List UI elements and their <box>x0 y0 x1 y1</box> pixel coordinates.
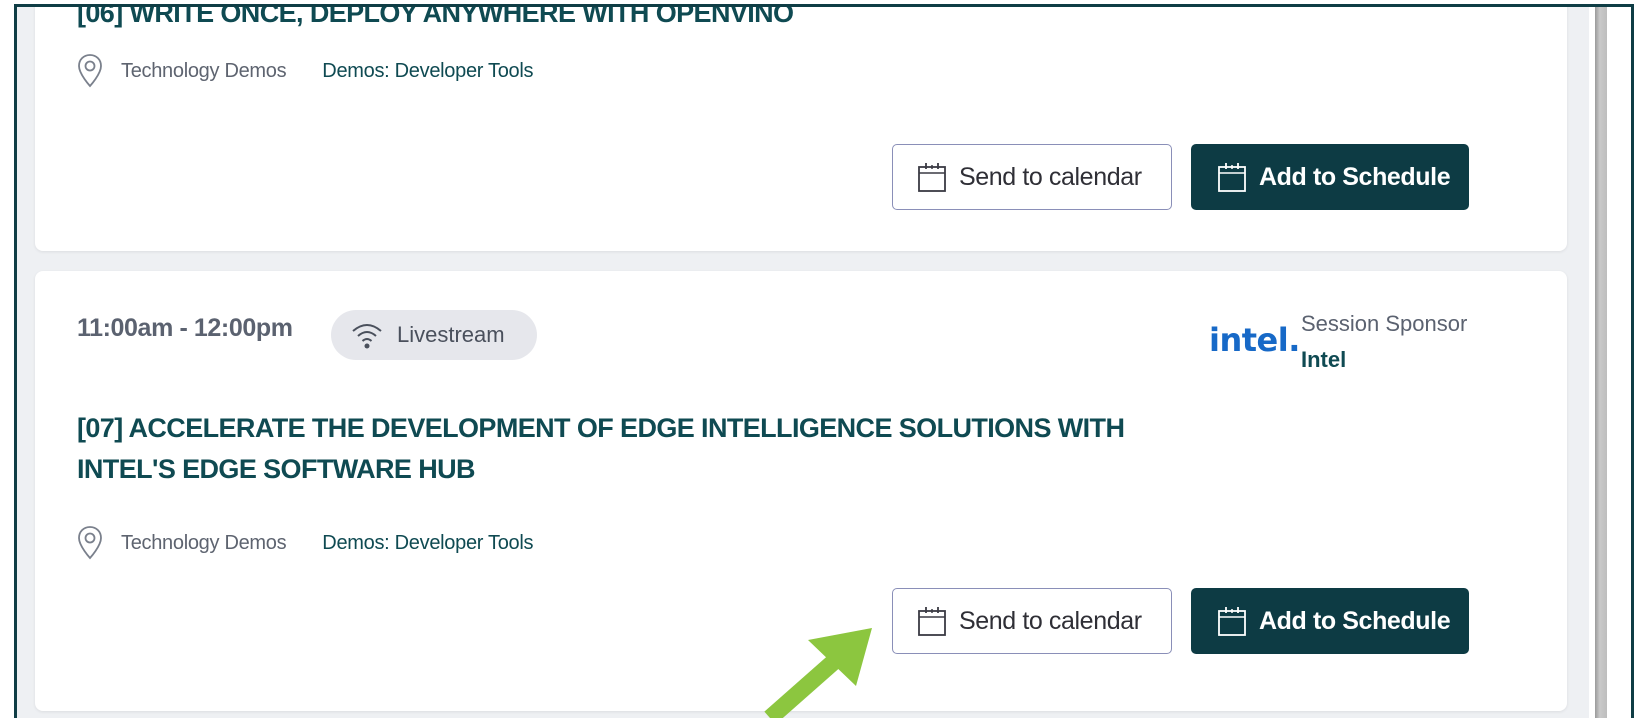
session-location: Technology Demos Demos: Developer Tools <box>77 525 534 561</box>
room-label: Technology Demos <box>121 59 287 82</box>
calendar-icon <box>918 607 946 636</box>
track-link[interactable]: Demos: Developer Tools <box>322 60 533 83</box>
livestream-badge: Livestream <box>331 310 537 360</box>
send-to-calendar-label: Send to calendar <box>959 162 1142 191</box>
sponsor-label: Session Sponsor <box>1301 311 1468 336</box>
scrollbar[interactable] <box>1589 7 1631 718</box>
wifi-icon <box>352 324 382 349</box>
send-to-calendar-button[interactable]: Send to calendar <box>892 588 1172 654</box>
intel-logo: intel. <box>1209 321 1300 359</box>
livestream-label: Livestream <box>397 322 505 347</box>
location-pin-icon <box>78 526 102 560</box>
session-title[interactable]: [07] ACCELERATE THE DEVELOPMENT OF EDGE … <box>77 408 1197 490</box>
add-to-schedule-button[interactable]: Add to Schedule <box>1191 588 1469 654</box>
scrollbar-thumb[interactable] <box>1595 7 1607 718</box>
location-pin-icon <box>78 54 102 88</box>
sponsor-name[interactable]: Intel <box>1301 347 1346 373</box>
calendar-icon <box>918 163 946 192</box>
calendar-icon <box>1218 163 1246 192</box>
add-to-schedule-label: Add to Schedule <box>1259 162 1451 191</box>
session-title[interactable]: [06] WRITE ONCE, DEPLOY ANYWHERE WITH OP… <box>77 7 794 34</box>
session-time: 11:00am - 12:00pm <box>77 314 293 342</box>
send-to-calendar-button[interactable]: Send to calendar <box>892 144 1172 210</box>
session-card-06: [06] WRITE ONCE, DEPLOY ANYWHERE WITH OP… <box>35 7 1567 251</box>
calendar-icon <box>1218 607 1246 636</box>
room-label: Technology Demos <box>121 531 287 554</box>
add-to-schedule-button[interactable]: Add to Schedule <box>1191 144 1469 210</box>
green-arrow-icon <box>764 628 872 718</box>
add-to-schedule-label: Add to Schedule <box>1259 606 1451 635</box>
page-frame: [06] WRITE ONCE, DEPLOY ANYWHERE WITH OP… <box>14 4 1634 718</box>
session-location: Technology Demos Demos: Developer Tools <box>77 53 534 89</box>
track-link[interactable]: Demos: Developer Tools <box>322 532 533 555</box>
send-to-calendar-label: Send to calendar <box>959 606 1142 635</box>
